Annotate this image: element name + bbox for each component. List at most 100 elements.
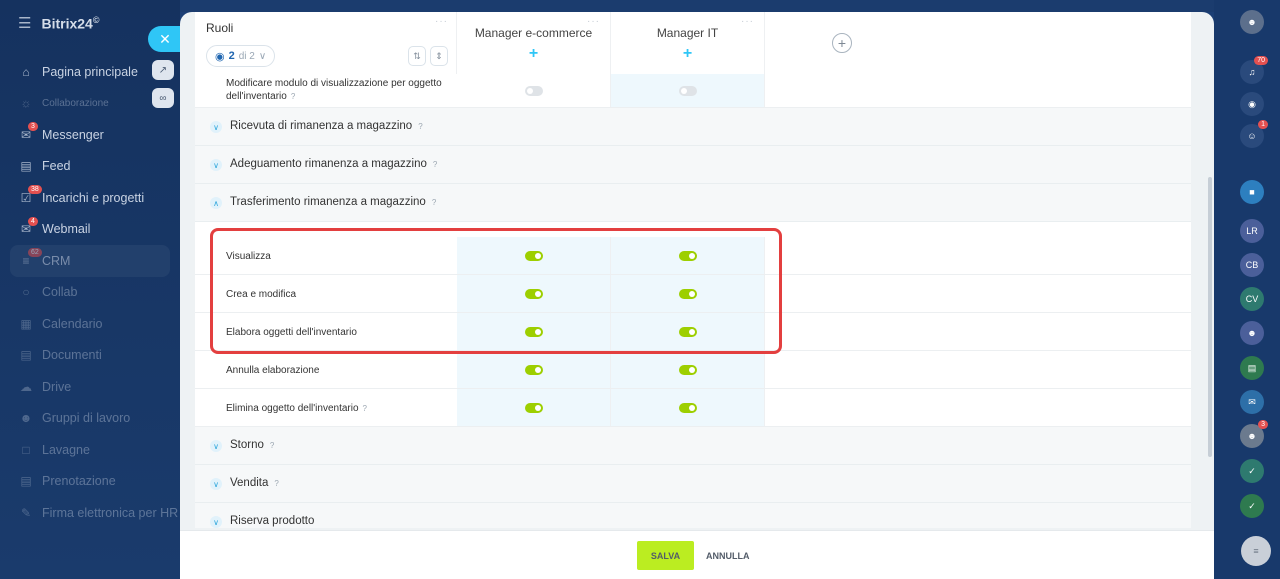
permission-toggle[interactable] <box>524 402 543 413</box>
help-icon[interactable]: ? <box>274 479 278 488</box>
sidebar-item-label: Messenger <box>42 127 104 142</box>
open-window-icon[interactable]: ↗ <box>152 60 174 80</box>
modal-footer: SALVA ANNULLA <box>180 530 1214 579</box>
sidebar-item-booking[interactable]: ▤ Prenotazione <box>0 466 180 498</box>
roles-title: Ruoli <box>206 21 234 35</box>
collaboration-icon: ☼ <box>20 96 32 111</box>
avatar-photo[interactable]: ☻ 3 <box>1240 420 1268 448</box>
avatar[interactable]: CV <box>1240 287 1264 311</box>
permission-toggle[interactable] <box>678 402 697 413</box>
more-icon[interactable]: ··· <box>587 16 600 27</box>
permission-cell <box>611 313 765 350</box>
sidebar-item-signature[interactable]: ✎ Firma elettronica per HR <box>0 497 180 529</box>
close-icon: ✕ <box>159 30 171 47</box>
permission-cell <box>611 237 765 274</box>
bell-icon[interactable]: ♫ 70 <box>1240 56 1268 84</box>
add-member-icon[interactable]: + <box>611 46 764 62</box>
section-title-text: Storno <box>230 439 264 451</box>
section-header[interactable]: ∨ Storno? <box>195 427 1191 465</box>
menu-icon[interactable]: ☰ <box>18 14 31 32</box>
bookmark-icon[interactable]: ■ <box>1240 180 1264 204</box>
add-member-icon[interactable]: + <box>457 46 610 62</box>
section-header[interactable]: ∨ Riserva prodotto <box>195 503 1191 528</box>
chat-bubble-icon[interactable]: ☺ 1 <box>1240 120 1268 148</box>
sidebar-item-crm[interactable]: ≡ 62 CRM <box>10 245 170 277</box>
sidebar-item-drive[interactable]: ☁ Drive <box>0 371 180 403</box>
permission-toggle[interactable] <box>524 326 543 337</box>
expand-icon[interactable]: ⇕ <box>430 46 448 66</box>
home-icon: ⌂ <box>22 64 30 79</box>
permission-toggle[interactable] <box>678 250 697 261</box>
sidebar-item-tasks[interactable]: ☑ 38 Incarichi e progetti <box>0 182 180 214</box>
section-title: Vendita? <box>230 477 279 489</box>
sidebar-item-board[interactable]: □ Lavagne <box>0 434 180 466</box>
sidebar-item-messenger[interactable]: ✉ 3 Messenger <box>0 119 180 151</box>
panel-scrollbar[interactable] <box>1208 177 1212 457</box>
section-header[interactable]: ∨ Adeguamento rimanenza a magazzino? <box>195 146 1191 184</box>
permission-cell <box>611 389 765 426</box>
section-title: Riserva prodotto <box>230 515 315 527</box>
permission-cell <box>457 74 611 107</box>
group-icon[interactable]: ☻ <box>1240 321 1264 345</box>
permission-toggle[interactable] <box>678 85 697 96</box>
sidebar-item-collab[interactable]: ○ Collab <box>0 277 180 309</box>
permission-cell <box>457 351 611 388</box>
table-row: Elabora oggetti dell'inventario <box>195 313 1191 351</box>
more-icon[interactable]: ··· <box>741 16 754 27</box>
avatar[interactable]: LR <box>1240 219 1264 243</box>
permission-cell <box>457 389 611 426</box>
section-header[interactable]: ∧ Trasferimento rimanenza a magazzino? <box>195 184 1191 222</box>
sidebar-item-label: Lavagne <box>42 442 90 457</box>
help-icon[interactable]: ? <box>363 404 367 413</box>
permissions-modal: Ruoli ··· ◉ 2 di 2 ∨ ⇅ ⇕ ··· Manager e-c… <box>180 12 1214 579</box>
permission-toggle[interactable] <box>678 288 697 299</box>
collapse-icon[interactable]: ⇅ <box>408 46 426 66</box>
booking-icon: ▤ <box>20 474 32 489</box>
permission-toggle[interactable] <box>678 326 697 337</box>
add-role-button[interactable]: + <box>832 33 852 53</box>
sidebar-item-documents[interactable]: ▤ Documenti <box>0 340 180 372</box>
help-icon[interactable]: ? <box>418 122 422 131</box>
sidebar-item-groups[interactable]: ☻ Gruppi di lavoro <box>0 403 180 435</box>
help-icon[interactable]: ? <box>270 441 274 450</box>
sidebar-item-label: Calendario <box>42 316 103 331</box>
brand-name: Bitrix24 <box>41 15 93 32</box>
permission-text: Modificare modulo di visualizzazione per… <box>226 78 442 102</box>
link-icon[interactable]: ∞ <box>152 88 174 108</box>
help-icon[interactable]: ? <box>433 160 437 169</box>
section-title-text: Trasferimento rimanenza a magazzino <box>230 196 426 208</box>
permission-label: Crea e modifica <box>226 289 297 300</box>
sidebar-item-label: Collaborazione <box>42 97 109 109</box>
help-icon[interactable]: ? <box>291 92 295 101</box>
save-button[interactable]: SALVA <box>637 541 694 570</box>
card-icon[interactable]: ▤ <box>1240 356 1264 380</box>
section-header[interactable]: ∨ Ricevuta di rimanenza a magazzino? <box>195 108 1191 146</box>
permission-toggle[interactable] <box>524 288 543 299</box>
check-icon[interactable]: ✓ <box>1240 494 1264 518</box>
avatar[interactable]: CB <box>1240 253 1264 277</box>
chevron-down-icon: ∨ <box>210 478 222 490</box>
permissions-table: Ruoli ··· ◉ 2 di 2 ∨ ⇅ ⇕ ··· Manager e-c… <box>195 12 1191 528</box>
section-header[interactable]: ∨ Vendita? <box>195 465 1191 503</box>
permission-cell <box>611 74 765 107</box>
permission-toggle[interactable] <box>678 364 697 375</box>
help-icon[interactable]: ? <box>432 198 436 207</box>
permission-toggle[interactable] <box>524 364 543 375</box>
check-icon[interactable]: ✓ <box>1240 459 1264 483</box>
sidebar-item-webmail[interactable]: ✉ 4 Webmail <box>0 214 180 246</box>
sidebar-item-calendar[interactable]: ▦ Calendario <box>0 308 180 340</box>
chevron-up-icon: ∧ <box>210 197 222 209</box>
user-avatar[interactable]: ☻ <box>1240 10 1264 34</box>
roles-pager[interactable]: ◉ 2 di 2 ∨ <box>206 45 276 67</box>
chevron-down-icon: ∨ <box>210 516 222 528</box>
menu-icon[interactable]: ≡ <box>1241 536 1271 566</box>
close-slider-button[interactable]: ✕ <box>148 26 182 52</box>
cancel-button[interactable]: ANNULLA <box>706 541 750 570</box>
permission-toggle[interactable] <box>524 250 543 261</box>
spiral-icon[interactable]: ◉ <box>1240 92 1264 116</box>
sidebar-item-feed[interactable]: ▤ Feed <box>0 151 180 183</box>
more-icon[interactable]: ··· <box>435 16 448 27</box>
permission-toggle[interactable] <box>524 85 543 96</box>
message-icon[interactable]: ✉ <box>1240 390 1264 414</box>
role-name: Manager IT <box>656 26 719 40</box>
